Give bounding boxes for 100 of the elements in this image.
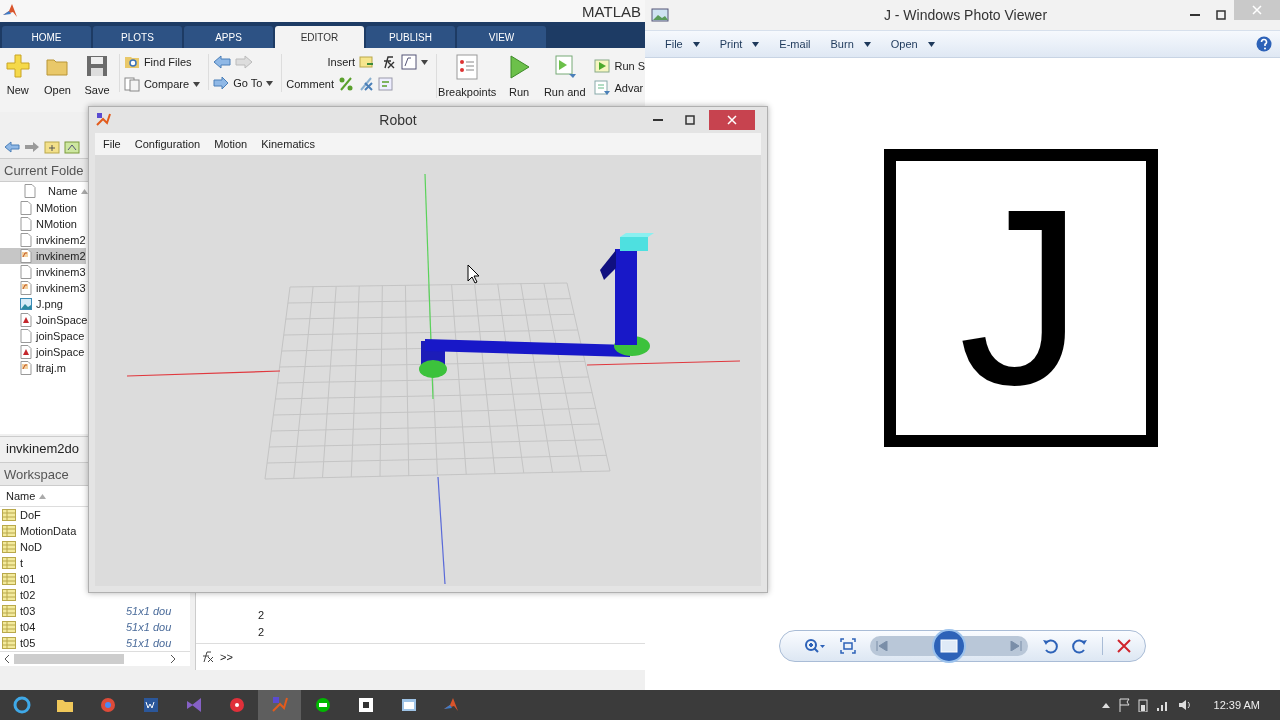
ribbon-tab[interactable]: HOME xyxy=(2,26,91,48)
file-row[interactable]: joinSpace xyxy=(0,328,86,344)
document-icon xyxy=(20,233,32,247)
run-section-icon xyxy=(594,58,611,74)
ribbon-tab[interactable]: APPS xyxy=(184,26,273,48)
zoom-icon[interactable] xyxy=(804,638,826,654)
file-name: J.png xyxy=(36,298,63,310)
slideshow-icon[interactable] xyxy=(932,629,966,663)
file-row[interactable]: joinSpace xyxy=(0,344,86,360)
up-folder-icon[interactable] xyxy=(44,140,60,154)
advance-button[interactable]: Advar xyxy=(594,80,645,96)
find-files-button[interactable]: Find Files xyxy=(123,54,201,70)
scrollbar-thumb[interactable] xyxy=(14,654,124,664)
variable-name: t02 xyxy=(20,589,36,601)
open-button[interactable]: Open xyxy=(39,54,76,96)
variable-name: t04 xyxy=(20,621,36,633)
delete-icon[interactable] xyxy=(1117,639,1131,653)
menu-item[interactable]: Kinematics xyxy=(261,138,315,150)
play-icon xyxy=(507,54,532,80)
file-row[interactable]: invkinem3 xyxy=(0,280,86,296)
scroll-left-icon[interactable] xyxy=(4,655,10,663)
file-row[interactable]: ltraj.m xyxy=(0,360,86,376)
chevron-up-icon[interactable] xyxy=(1101,702,1110,708)
fit-icon[interactable] xyxy=(840,638,856,654)
ribbon-icon xyxy=(184,696,203,714)
scroll-right-icon[interactable] xyxy=(170,655,176,663)
panel-title: Current Folde xyxy=(4,162,84,178)
file-row[interactable]: invkinem2 xyxy=(0,232,86,248)
run-and-advance-button[interactable]: Run and xyxy=(540,54,589,98)
function-file-icon xyxy=(20,361,32,375)
file-row[interactable]: J.png xyxy=(0,296,86,312)
table-icon xyxy=(2,509,16,521)
file-row[interactable]: invkinem2 xyxy=(0,248,86,264)
save-button[interactable]: Save xyxy=(79,54,115,96)
file-row[interactable]: JoinSpace xyxy=(0,312,86,328)
run-advance-icon xyxy=(552,54,577,80)
comment-label: Comment xyxy=(286,78,334,90)
variable-name: t03 xyxy=(20,605,36,617)
run-section-button[interactable]: Run S xyxy=(594,58,645,74)
speaker-icon[interactable] xyxy=(1177,698,1192,712)
ribbon-tab[interactable]: VIEW xyxy=(457,26,546,48)
maximize-icon xyxy=(685,115,695,125)
insert-icon[interactable] xyxy=(358,54,375,70)
function-icon[interactable] xyxy=(400,54,417,70)
new-button[interactable]: New xyxy=(0,54,36,96)
figure-file-icon xyxy=(20,345,32,359)
battery-icon[interactable] xyxy=(1137,698,1148,712)
cursor-icon xyxy=(467,264,480,284)
menu-button[interactable]: File xyxy=(665,38,700,50)
function-file-icon xyxy=(20,249,32,263)
run-button[interactable]: Run xyxy=(501,54,537,98)
uncomment-icon[interactable] xyxy=(357,76,374,92)
output-text: 2 xyxy=(258,626,265,638)
menu-item[interactable]: File xyxy=(103,138,121,150)
table-icon xyxy=(2,589,16,601)
go-to-button[interactable]: Go To xyxy=(213,76,274,90)
file-row[interactable]: NMotion xyxy=(0,200,86,216)
window-icon xyxy=(356,696,375,714)
menu-item[interactable]: Configuration xyxy=(134,138,201,150)
command-prompt[interactable]: >> xyxy=(220,651,233,663)
caret-icon xyxy=(193,81,201,87)
compare-button[interactable]: Compare xyxy=(123,76,201,92)
flag-icon[interactable] xyxy=(1117,698,1130,712)
file-name: NMotion xyxy=(36,218,77,230)
menu-button[interactable]: Open xyxy=(890,38,935,50)
file-name: JoinSpace xyxy=(36,314,88,326)
menu-button[interactable]: Burn xyxy=(830,38,871,50)
ribbon-tab[interactable]: PLOTS xyxy=(93,26,182,48)
variable-value: 51x1 dou xyxy=(126,637,172,649)
percent-icon[interactable] xyxy=(337,76,354,92)
figure-file-icon xyxy=(20,313,32,327)
back-arrow-icon[interactable] xyxy=(213,55,232,69)
caret-icon xyxy=(266,80,274,86)
browse-folder-icon[interactable] xyxy=(64,140,80,154)
ribbon-tab[interactable]: PUBLISH xyxy=(366,26,455,48)
help-icon[interactable] xyxy=(1256,36,1272,52)
back-icon[interactable] xyxy=(4,141,20,153)
forward-icon[interactable] xyxy=(24,141,40,153)
breakpoints-button[interactable]: Breakpoints xyxy=(435,54,498,98)
ribbon-tab[interactable]: EDITOR xyxy=(275,26,364,48)
music-icon xyxy=(227,696,246,714)
close-button[interactable] xyxy=(709,110,755,130)
menu-item[interactable]: Motion xyxy=(214,138,248,150)
menu-button[interactable]: Print xyxy=(719,38,760,50)
search-icon xyxy=(123,54,140,70)
insert-label: Insert xyxy=(327,56,355,68)
file-name: invkinem3 xyxy=(36,282,86,294)
column-header[interactable]: Name xyxy=(48,185,78,197)
rotate-right-icon[interactable] xyxy=(1072,638,1088,654)
file-row[interactable]: invkinem3 xyxy=(0,264,86,280)
variable-name: t05 xyxy=(20,637,36,649)
column-header[interactable]: Name xyxy=(6,490,36,502)
document-icon xyxy=(141,696,160,714)
rotate-left-icon[interactable] xyxy=(1042,638,1058,654)
variable-value: 51x1 dou xyxy=(126,621,172,633)
fx-icon xyxy=(202,650,214,664)
menu-button[interactable]: E-mail xyxy=(779,38,811,50)
file-name: ltraj.m xyxy=(36,362,66,374)
function-file-icon xyxy=(20,281,32,295)
file-row[interactable]: NMotion xyxy=(0,216,86,232)
